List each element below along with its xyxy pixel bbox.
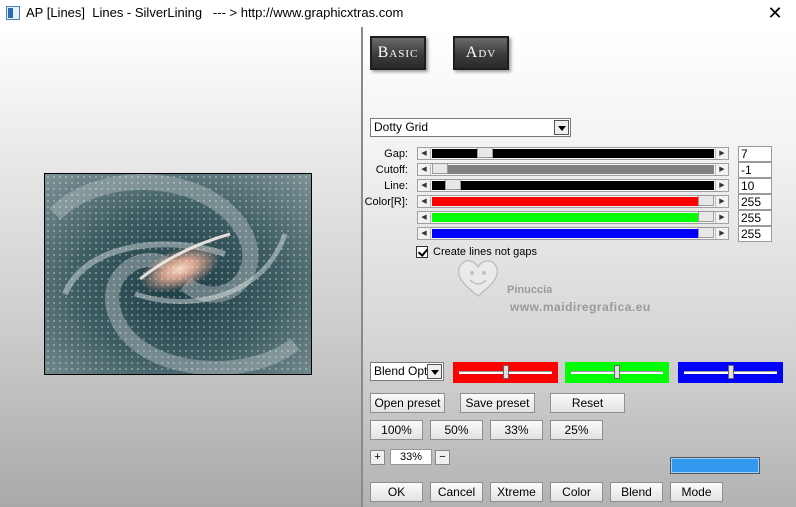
slider-thumb[interactable] <box>698 195 714 206</box>
color-g-value-field[interactable]: 255 <box>738 210 772 226</box>
arrow-left-icon[interactable]: ◀ <box>418 228 431 239</box>
zoom-33-button[interactable]: 33% <box>490 420 543 440</box>
preview-pane <box>0 27 361 507</box>
arrow-right-icon[interactable]: ▶ <box>715 180 728 191</box>
arrow-right-icon[interactable]: ▶ <box>715 228 728 239</box>
create-lines-checkbox[interactable] <box>416 246 428 258</box>
cutoff-slider[interactable]: ◀ ▶ <box>417 163 729 176</box>
preview-image[interactable] <box>44 173 312 375</box>
cutoff-label: Cutoff: <box>375 164 408 176</box>
preset-dropdown-value: Dotty Grid <box>374 120 429 134</box>
basic-mode-button[interactable]: Basic <box>370 36 426 70</box>
blend-options-dropdown[interactable]: Blend Optio <box>370 362 444 381</box>
slider-track[interactable] <box>432 197 714 206</box>
create-lines-label: Create lines not gaps <box>433 246 537 258</box>
color-b-slider[interactable]: ◀ ▶ <box>417 227 729 240</box>
slider-knob[interactable] <box>503 365 509 379</box>
slider-thumb[interactable] <box>432 163 448 174</box>
app-icon <box>6 6 20 20</box>
color-g-slider[interactable]: ◀ ▶ <box>417 211 729 224</box>
arrow-left-icon[interactable]: ◀ <box>418 164 431 175</box>
title-bar: AP [Lines] Lines - SilverLining --- > ht… <box>0 0 796 27</box>
blue-color-slider[interactable] <box>678 362 783 383</box>
mode-button[interactable]: Mode <box>670 482 723 502</box>
window-title: AP [Lines] Lines - SilverLining --- > ht… <box>26 5 404 20</box>
arrow-left-icon[interactable]: ◀ <box>418 196 431 207</box>
slider-track[interactable] <box>432 165 714 174</box>
zoom-25-button[interactable]: 25% <box>550 420 603 440</box>
slider-track[interactable] <box>432 213 714 222</box>
gap-label: Gap: <box>384 148 408 160</box>
zoom-level-field[interactable]: 33% <box>390 449 432 465</box>
chevron-down-icon[interactable] <box>427 364 442 379</box>
slider-thumb[interactable] <box>698 227 714 238</box>
red-color-slider[interactable] <box>453 362 558 383</box>
zoom-100-button[interactable]: 100% <box>370 420 423 440</box>
slider-thumb[interactable] <box>698 211 714 222</box>
preset-dropdown[interactable]: Dotty Grid <box>370 118 571 137</box>
color-button[interactable]: Color <box>550 482 603 502</box>
green-color-slider[interactable] <box>565 362 669 383</box>
arrow-right-icon[interactable]: ▶ <box>715 212 728 223</box>
ok-button[interactable]: OK <box>370 482 423 502</box>
zoom-50-button[interactable]: 50% <box>430 420 483 440</box>
adv-mode-button[interactable]: Adv <box>453 36 509 70</box>
gap-slider[interactable]: ◀ ▶ <box>417 147 729 160</box>
arrow-left-icon[interactable]: ◀ <box>418 212 431 223</box>
close-button[interactable]: ✕ <box>762 2 788 24</box>
arrow-left-icon[interactable]: ◀ <box>418 148 431 159</box>
preview-swirl-graphic <box>45 174 311 374</box>
arrow-left-icon[interactable]: ◀ <box>418 180 431 191</box>
arrow-right-icon[interactable]: ▶ <box>715 164 728 175</box>
watermark-name: Pinuccia <box>507 284 553 296</box>
watermark-heart-icon <box>457 260 499 297</box>
chevron-down-icon[interactable] <box>554 120 569 135</box>
slider-knob[interactable] <box>728 365 734 379</box>
zoom-out-button[interactable]: − <box>435 450 450 465</box>
color-r-slider[interactable]: ◀ ▶ <box>417 195 729 208</box>
watermark-url: www.maidiregrafica.eu <box>510 300 651 314</box>
gap-value-field[interactable]: 7 <box>738 146 772 162</box>
slider-track[interactable] <box>432 229 714 238</box>
color-b-value-field[interactable]: 255 <box>738 226 772 242</box>
arrow-right-icon[interactable]: ▶ <box>715 196 728 207</box>
save-preset-button[interactable]: Save preset <box>460 393 535 413</box>
slider-thumb[interactable] <box>477 147 493 158</box>
xtreme-button[interactable]: Xtreme <box>490 482 543 502</box>
slider-thumb[interactable] <box>445 179 461 190</box>
open-preset-button[interactable]: Open preset <box>370 393 445 413</box>
slider-track[interactable] <box>432 149 714 158</box>
cancel-button[interactable]: Cancel <box>430 482 483 502</box>
color-r-value-field[interactable]: 255 <box>738 194 772 210</box>
reset-button[interactable]: Reset <box>550 393 625 413</box>
slider-knob[interactable] <box>614 365 620 379</box>
slider-track[interactable] <box>432 181 714 190</box>
blend-button[interactable]: Blend <box>610 482 663 502</box>
color-r-label: Color[R]: <box>364 196 408 208</box>
line-label: Line: <box>384 180 408 192</box>
color-swatch[interactable] <box>670 457 760 474</box>
line-value-field[interactable]: 10 <box>738 178 772 194</box>
cutoff-value-field[interactable]: -1 <box>738 162 772 178</box>
arrow-right-icon[interactable]: ▶ <box>715 148 728 159</box>
zoom-in-button[interactable]: + <box>370 450 385 465</box>
line-slider[interactable]: ◀ ▶ <box>417 179 729 192</box>
